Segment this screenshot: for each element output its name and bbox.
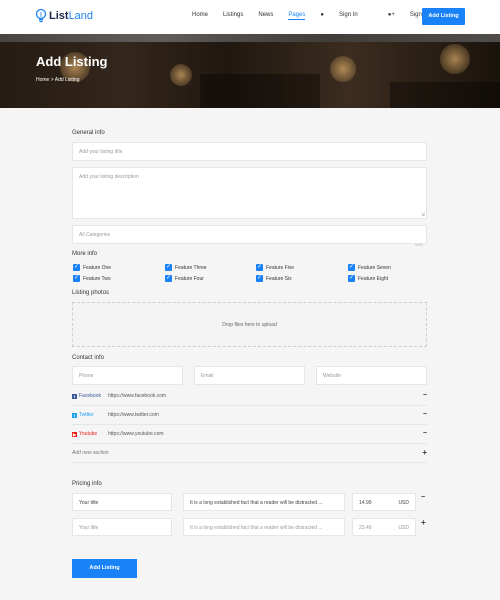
check-icon: ✓ bbox=[165, 275, 172, 282]
lightbulb-icon bbox=[35, 8, 47, 23]
remove-icon[interactable]: − bbox=[423, 392, 427, 399]
more-info-heading: More info bbox=[72, 251, 98, 257]
feature-label: Feature Four bbox=[175, 275, 204, 282]
feature-label: Feature Three bbox=[175, 264, 207, 271]
hero-decor bbox=[330, 56, 356, 82]
social-name: f Facebook bbox=[72, 393, 108, 399]
pricing-description-input[interactable]: It is a long established fact that a rea… bbox=[183, 493, 345, 511]
nav-sign-in[interactable]: ● Sign In bbox=[320, 12, 372, 20]
feature-checkbox[interactable]: ✓ Feature Five bbox=[256, 264, 294, 271]
resize-handle-icon[interactable]: ⇲ bbox=[421, 212, 425, 218]
hero-decor bbox=[440, 44, 470, 74]
add-listing-submit-button[interactable]: Add Listing bbox=[72, 559, 137, 578]
feature-label: Feature One bbox=[83, 264, 112, 271]
hero-decor bbox=[200, 74, 320, 108]
logo[interactable]: ListLand bbox=[35, 8, 93, 24]
social-url-input[interactable]: https://www.youtube.com bbox=[108, 431, 164, 437]
check-icon: ✓ bbox=[256, 264, 263, 271]
feature-checkbox[interactable]: ✓ Feature Four bbox=[165, 275, 204, 282]
breadcrumb[interactable]: Home > Add Listing bbox=[36, 77, 80, 83]
social-row-youtube: ▶ Youtube https://www.youtube.com − bbox=[72, 425, 427, 444]
price-value: 14.99 bbox=[359, 500, 372, 506]
feature-checkbox[interactable]: ✓ Feature Three bbox=[165, 264, 207, 271]
nav-news[interactable]: News bbox=[258, 12, 273, 20]
check-icon: ✓ bbox=[348, 264, 355, 271]
contact-info-heading: Contact info bbox=[72, 355, 105, 361]
social-name: ▶ Youtube bbox=[72, 431, 108, 437]
hero-decor bbox=[390, 82, 500, 108]
social-label: Youtube bbox=[79, 431, 98, 437]
add-section-label: Add new section bbox=[72, 450, 109, 456]
description-placeholder: Add your listing description bbox=[79, 174, 139, 180]
general-info-heading: General info bbox=[72, 130, 105, 136]
currency-label: USD bbox=[398, 500, 409, 506]
add-listing-header-button[interactable]: Add Listing bbox=[422, 8, 465, 25]
remove-icon[interactable]: − bbox=[421, 494, 425, 501]
twitter-icon: t bbox=[72, 412, 77, 418]
feature-checkbox[interactable]: ✓ Feature Two bbox=[73, 275, 111, 282]
youtube-icon: ▶ bbox=[72, 431, 77, 437]
currency-label: USD bbox=[398, 525, 409, 531]
listing-title-input[interactable]: Add your listing title bbox=[72, 142, 427, 161]
user-plus-icon: ●+ bbox=[387, 12, 395, 18]
facebook-icon: f bbox=[72, 393, 77, 399]
remove-icon[interactable]: − bbox=[423, 411, 427, 418]
nav-home[interactable]: Home bbox=[192, 12, 208, 20]
hero-banner: Add Listing Home > Add Listing bbox=[0, 34, 500, 108]
social-url-input[interactable]: https://www.twitter.com bbox=[108, 412, 159, 418]
add-icon[interactable]: + bbox=[421, 518, 426, 527]
add-icon[interactable]: + bbox=[422, 448, 427, 457]
pricing-title-input[interactable]: Your title bbox=[72, 518, 172, 536]
social-row-twitter: t Twitter https://www.twitter.com − bbox=[72, 406, 427, 425]
nav-sign-in-label: Sign In bbox=[339, 12, 358, 18]
pricing-price-input[interactable]: 23.49 USD bbox=[352, 518, 416, 536]
social-label: Facebook bbox=[79, 393, 101, 399]
brand-name: ListLand bbox=[49, 10, 94, 22]
pricing-price-input[interactable]: 14.99 USD bbox=[352, 493, 416, 511]
site-header: ListLand Home Listings News Pages ● Sign … bbox=[0, 0, 500, 34]
email-input[interactable]: Email bbox=[194, 366, 305, 385]
check-icon: ✓ bbox=[73, 264, 80, 271]
social-name: t Twitter bbox=[72, 412, 108, 418]
check-icon: ✓ bbox=[73, 275, 80, 282]
photo-dropzone[interactable]: Drop files here to upload bbox=[72, 302, 427, 347]
social-row-facebook: f Facebook https://www.facebook.com − bbox=[72, 387, 427, 406]
social-url-input[interactable]: https://www.facebook.com bbox=[108, 393, 166, 399]
price-value: 23.49 bbox=[359, 525, 372, 531]
pricing-info-heading: Pricing info bbox=[72, 481, 102, 487]
feature-checkbox[interactable]: ✓ Feature One bbox=[73, 264, 111, 271]
pricing-title-input[interactable]: Your title bbox=[72, 493, 172, 511]
feature-checkbox[interactable]: ✓ Feature Six bbox=[256, 275, 292, 282]
feature-checkbox[interactable]: ✓ Feature Seven bbox=[348, 264, 391, 271]
listing-description-textarea[interactable]: Add your listing description ⇲ bbox=[72, 167, 427, 219]
feature-label: Feature Five bbox=[266, 264, 295, 271]
listing-photos-heading: Listing photos bbox=[72, 290, 110, 296]
phone-input[interactable]: Phone bbox=[72, 366, 183, 385]
nav-listings[interactable]: Listings bbox=[223, 12, 243, 20]
feature-label: Feature Eight bbox=[358, 275, 389, 282]
user-icon: ● bbox=[320, 12, 325, 18]
check-icon: ✓ bbox=[256, 275, 263, 282]
feature-checkbox[interactable]: ✓ Feature Eight bbox=[348, 275, 388, 282]
nav-pages[interactable]: Pages bbox=[288, 12, 306, 20]
social-label: Twitter bbox=[79, 412, 94, 418]
page-title: Add Listing bbox=[36, 54, 108, 69]
add-section-row[interactable]: Add new section + bbox=[72, 444, 427, 463]
dropdown-indicator bbox=[415, 244, 423, 246]
hero-decor bbox=[170, 64, 192, 86]
category-select[interactable]: All Categories bbox=[72, 225, 427, 244]
pricing-description-input[interactable]: It is a long established fact that a rea… bbox=[183, 518, 345, 536]
hero-decor bbox=[0, 34, 500, 42]
check-icon: ✓ bbox=[348, 275, 355, 282]
feature-label: Feature Six bbox=[266, 275, 292, 282]
check-icon: ✓ bbox=[165, 264, 172, 271]
website-input[interactable]: Website bbox=[316, 366, 427, 385]
feature-label: Feature Two bbox=[83, 275, 111, 282]
main-nav: Home Listings News Pages ● Sign In ●+ Sign… bbox=[192, 12, 461, 20]
feature-label: Feature Seven bbox=[358, 264, 391, 271]
remove-icon[interactable]: − bbox=[423, 430, 427, 437]
